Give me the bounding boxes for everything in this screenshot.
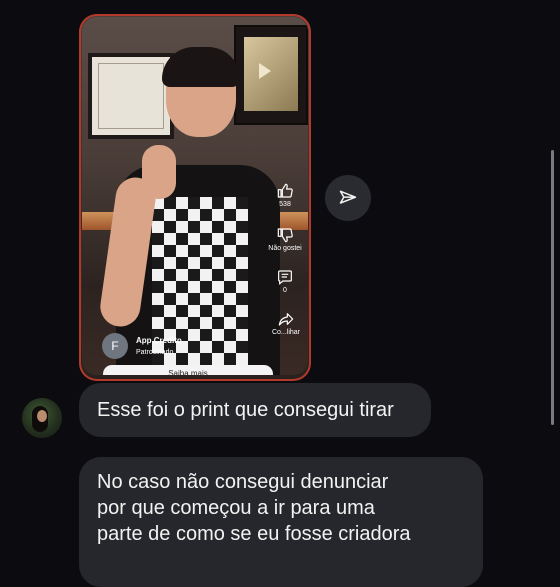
- like-icon: [277, 183, 293, 198]
- scrollbar[interactable]: [551, 150, 554, 425]
- sponsor-name[interactable]: App Credito: [136, 336, 182, 345]
- share-label: Co...lihar: [271, 329, 300, 336]
- forward-button[interactable]: [325, 175, 371, 221]
- dislike-action[interactable]: Não gostei: [265, 227, 305, 252]
- dislike-icon: [277, 228, 293, 243]
- share-icon: [278, 313, 294, 326]
- comment-icon: [278, 270, 292, 285]
- message-text: Esse foi o print que consegui tirar: [97, 399, 394, 421]
- message-line: por que começou a ir para uma: [97, 497, 375, 519]
- comment-action[interactable]: 0: [268, 269, 302, 294]
- reel-video-frame[interactable]: 538 Não gostei 0 Co...lihar F App Credit…: [82, 17, 308, 375]
- sender-avatar[interactable]: [22, 398, 62, 438]
- comments-count: 0: [283, 287, 287, 294]
- reel-person: [97, 47, 288, 375]
- likes-count: 538: [279, 201, 291, 208]
- message-line: parte de como se eu fosse criadora: [97, 523, 411, 545]
- sponsored-tag: Patrocinado: [136, 349, 174, 356]
- sponsor-row[interactable]: F App Credito Patrocinado: [102, 333, 182, 359]
- sponsor-avatar[interactable]: F: [102, 333, 128, 359]
- dislike-label: Não gostei: [268, 245, 302, 252]
- shared-reel-card[interactable]: 538 Não gostei 0 Co...lihar F App Credit…: [79, 14, 311, 381]
- message-bubble[interactable]: No caso não consegui denunciar por que c…: [79, 457, 483, 587]
- send-icon: [339, 190, 357, 204]
- like-action[interactable]: 538: [268, 183, 302, 208]
- message-line: No caso não consegui denunciar: [97, 471, 389, 493]
- message-bubble[interactable]: Esse foi o print que consegui tirar: [79, 383, 431, 437]
- learn-more-button[interactable]: Saiba mais: [103, 365, 273, 375]
- share-action[interactable]: Co...lihar: [266, 311, 306, 336]
